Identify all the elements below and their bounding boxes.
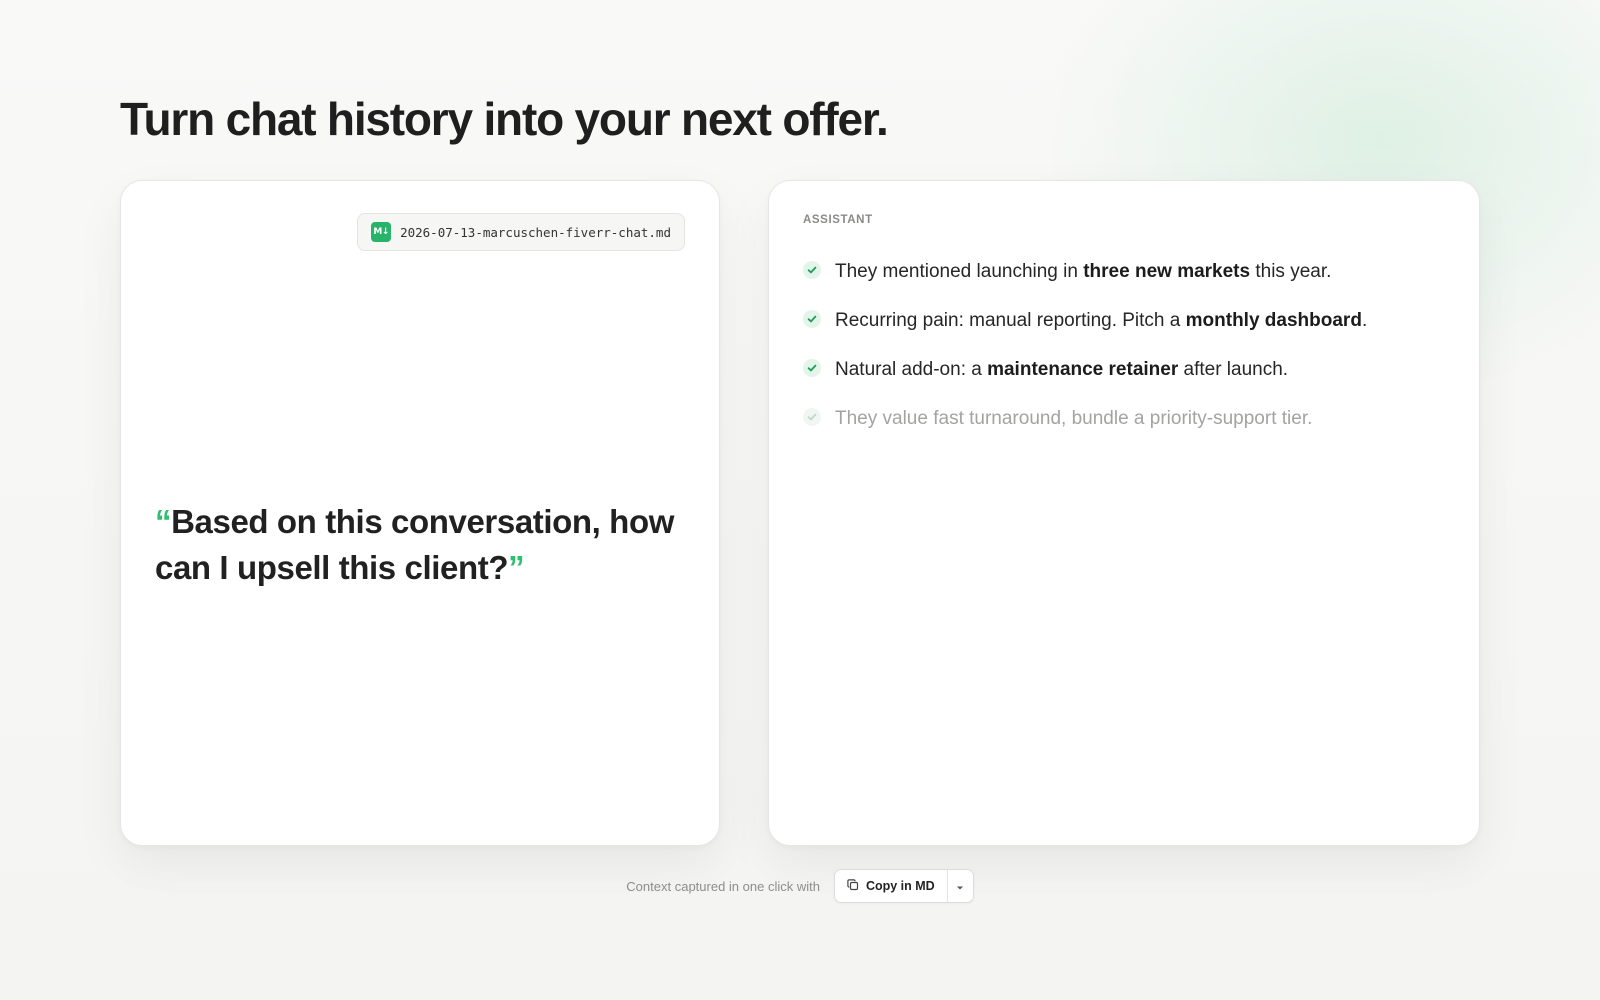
- footer: Context captured in one click with Copy …: [0, 869, 1600, 903]
- footer-caption: Context captured in one click with: [626, 878, 820, 894]
- close-quote-mark: ”: [508, 549, 525, 586]
- insight-text: Natural add-on: a maintenance retainer a…: [835, 358, 1289, 380]
- check-icon: [803, 261, 821, 279]
- insight-item-pending: They value fast turnaround, bundle a pri…: [803, 394, 1449, 443]
- copy-icon: [847, 878, 859, 894]
- insight-highlight: monthly dashboard: [1185, 309, 1362, 331]
- check-icon: [803, 359, 821, 377]
- insight-text: Recurring pain: manual reporting. Pitch …: [835, 309, 1368, 331]
- file-name: 2026-07-13-marcuschen-fiverr-chat.md: [400, 224, 671, 240]
- check-icon: [803, 408, 821, 426]
- copy-in-md-button[interactable]: Copy in MD: [835, 870, 948, 902]
- user-question: “Based on this conversation, how can I u…: [155, 499, 695, 591]
- copy-options-dropdown[interactable]: [948, 870, 973, 902]
- file-chip[interactable]: M↓ 2026-07-13-marcuschen-fiverr-chat.md: [357, 213, 685, 251]
- copy-in-md-split-button: Copy in MD: [833, 869, 974, 903]
- assistant-card: ASSISTANT They mentioned launching in th…: [768, 180, 1480, 846]
- page-title: Turn chat history into your next offer.: [120, 93, 889, 145]
- insight-text: They value fast turnaround, bundle a pri…: [835, 407, 1313, 429]
- insight-list: They mentioned launching in three new ma…: [803, 247, 1449, 443]
- question-text: Based on this conversation, how can I up…: [155, 503, 674, 586]
- insight-text: They mentioned launching in three new ma…: [835, 260, 1332, 282]
- chevron-down-icon: [956, 879, 964, 894]
- insight-item: They mentioned launching in three new ma…: [803, 247, 1449, 296]
- markdown-icon: M↓: [371, 222, 392, 242]
- insight-highlight: three new markets: [1083, 260, 1251, 282]
- insight-highlight: maintenance retainer: [987, 358, 1179, 380]
- assistant-role-label: ASSISTANT: [803, 214, 873, 226]
- check-icon: [803, 310, 821, 328]
- insight-item: Natural add-on: a maintenance retainer a…: [803, 345, 1449, 394]
- insight-item: Recurring pain: manual reporting. Pitch …: [803, 296, 1449, 345]
- copy-button-label: Copy in MD: [865, 879, 935, 893]
- open-quote-mark: “: [155, 503, 172, 540]
- prompt-card: M↓ 2026-07-13-marcuschen-fiverr-chat.md …: [120, 180, 720, 846]
